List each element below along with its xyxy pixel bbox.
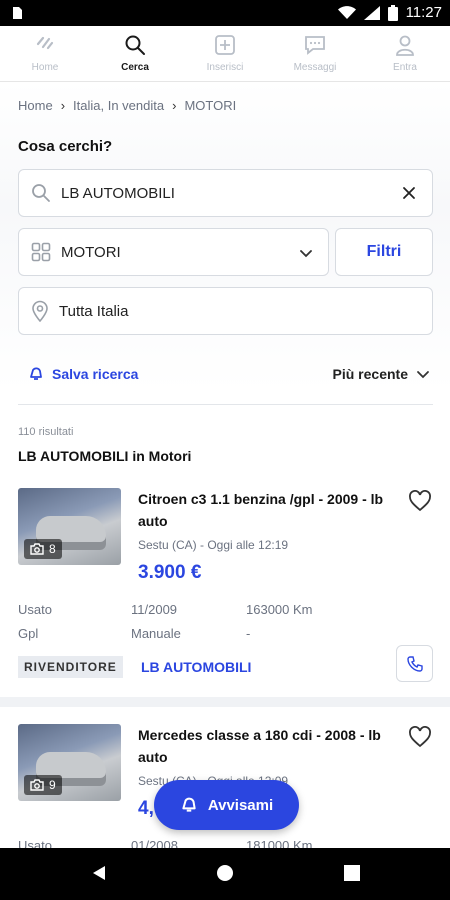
bell-icon (182, 797, 196, 812)
location-input[interactable]: Tutta Italia (18, 287, 433, 335)
listing-location: Sestu (CA) - Oggi alle 12:19 (138, 538, 289, 552)
breadcrumb-italia[interactable]: Italia, In vendita (73, 98, 164, 113)
listing-title[interactable]: Citroen c3 1.1 benzina /gpl - 2009 - lb … (138, 488, 406, 532)
home-icon (36, 36, 54, 50)
spec-condition: Usato (18, 602, 52, 617)
nav-messaggi[interactable]: Messaggi (270, 26, 360, 81)
breadcrumb-motori: MOTORI (184, 98, 237, 113)
sort-label: Più recente (332, 366, 408, 382)
alert-me-button[interactable]: Avvisami (154, 780, 299, 830)
listing-photo[interactable]: 9 (18, 724, 121, 801)
nav-label: Home (31, 62, 59, 73)
save-search-label: Salva ricerca (52, 366, 139, 382)
filters-button[interactable]: Filtri (335, 228, 433, 276)
plus-square-icon (215, 35, 235, 55)
nav-entra[interactable]: Entra (360, 26, 450, 81)
results-title: LB AUTOMOBILI in Motori (18, 448, 192, 464)
nav-cerca[interactable]: Cerca (90, 26, 180, 81)
chat-icon (305, 36, 325, 55)
location-pin-icon (32, 300, 48, 322)
grid-icon (31, 242, 51, 262)
phone-icon (406, 655, 423, 672)
save-search-button[interactable]: Salva ricerca (28, 366, 138, 382)
search-icon (32, 184, 50, 202)
sort-select[interactable]: Più recente (333, 366, 430, 382)
spec-gearbox: Manuale (131, 626, 181, 641)
camera-icon (30, 779, 44, 791)
chevron-right-icon: › (172, 98, 177, 113)
signal-icon (363, 5, 380, 20)
photo-count: 8 (49, 542, 56, 556)
nav-home[interactable]: Home (0, 26, 90, 81)
photo-count: 9 (49, 778, 56, 792)
camera-icon (30, 543, 44, 555)
call-button[interactable] (396, 645, 433, 682)
spec-date: 11/2009 (131, 602, 178, 617)
sd-card-icon (13, 7, 22, 19)
nav-label: Messaggi (293, 62, 337, 73)
spec-extra: - (246, 626, 251, 641)
listing-title[interactable]: Mercedes classe a 180 cdi - 2008 - lb au… (138, 724, 406, 768)
home-button-icon[interactable] (216, 864, 234, 882)
status-bar: 11:27 (0, 0, 450, 26)
battery-icon (387, 4, 398, 21)
section-divider (0, 697, 450, 707)
recents-icon[interactable] (343, 864, 361, 882)
chevron-down-icon (417, 371, 429, 379)
location-value: Tutta Italia (59, 302, 129, 320)
category-value: MOTORI (61, 243, 121, 261)
nav-label: Cerca (121, 62, 149, 73)
breadcrumb: Home › Italia, In vendita › MOTORI (18, 98, 236, 113)
search-query: LB AUTOMOBILI (61, 184, 175, 202)
alert-me-label: Avvisami (207, 796, 274, 814)
seller-type-badge: RIVENDITORE (18, 656, 123, 678)
spec-fuel: Gpl (18, 626, 39, 641)
photo-count-badge: 9 (24, 775, 62, 795)
heart-icon[interactable] (408, 490, 432, 512)
search-heading: Cosa cerchi? (18, 138, 113, 155)
system-nav-bar (0, 848, 450, 900)
nav-inserisci[interactable]: Inserisci (180, 26, 270, 81)
search-input[interactable]: LB AUTOMOBILI (18, 169, 433, 217)
listing-price: 4, (138, 798, 154, 819)
results-count: 110 risultati (18, 426, 74, 438)
heart-icon[interactable] (408, 726, 432, 748)
category-select[interactable]: MOTORI (18, 228, 329, 276)
back-icon[interactable] (90, 864, 108, 882)
breadcrumb-home[interactable]: Home (18, 98, 53, 113)
chevron-down-icon (300, 250, 312, 258)
user-icon (396, 35, 414, 56)
wifi-icon (337, 5, 356, 19)
divider (18, 404, 433, 405)
listing-photo[interactable]: 8 (18, 488, 121, 565)
spec-km: 163000 Km (246, 602, 313, 617)
status-time: 11:27 (405, 4, 442, 21)
photo-count-badge: 8 (24, 539, 62, 559)
search-icon (125, 35, 145, 55)
close-icon[interactable] (400, 184, 418, 202)
chevron-right-icon: › (60, 98, 66, 113)
seller-name[interactable]: LB AUTOMOBILI (141, 659, 251, 675)
nav-label: Entra (393, 62, 417, 73)
bell-icon (30, 367, 42, 380)
listing-price: 3.900 € (138, 562, 202, 583)
nav-label: Inserisci (206, 62, 244, 73)
top-nav: Home Cerca Inserisci Messaggi Entra (0, 26, 450, 82)
